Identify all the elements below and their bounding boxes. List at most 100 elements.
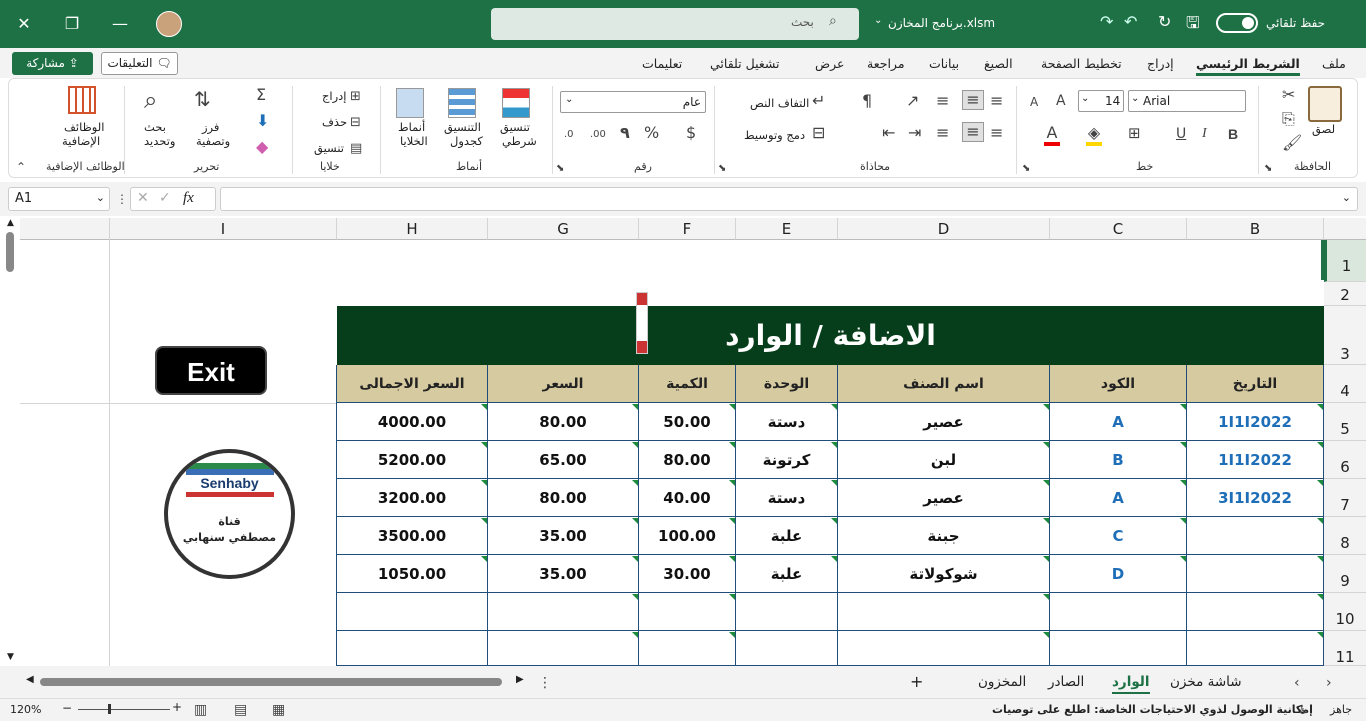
more-options-icon[interactable]: ⋮ — [116, 190, 128, 208]
row-header[interactable]: 2 — [1324, 282, 1366, 306]
scroll-tabs-right-icon[interactable]: › — [1326, 674, 1332, 692]
copy-icon[interactable]: ⎘ — [1282, 110, 1295, 128]
formula-input[interactable]: ⌄ — [220, 187, 1358, 211]
fill-icon[interactable]: ⬇ — [256, 112, 269, 130]
decrease-decimal-icon[interactable]: .0 — [564, 126, 574, 144]
indent-icon[interactable]: ⇥ — [908, 124, 921, 142]
merge-center-icon[interactable]: ⊟ — [812, 124, 825, 142]
currency-icon[interactable]: $ — [686, 124, 696, 142]
table-cell-item[interactable]: جبنة — [838, 517, 1050, 555]
zoom-out-icon[interactable]: − — [62, 701, 72, 715]
column-title-code[interactable]: الكود — [1050, 365, 1187, 403]
format-cells-icon[interactable]: ▤ — [350, 140, 362, 158]
tab-home-screen[interactable]: شاشة مخزن — [1170, 674, 1242, 690]
shrink-font-icon[interactable]: A — [1030, 93, 1038, 111]
scroll-tabs-left-icon[interactable]: ‹ — [1294, 674, 1300, 692]
format-as-table-label-2[interactable]: كجدول — [450, 134, 483, 148]
tab-insert[interactable]: إدراج — [1147, 56, 1174, 71]
column-title-price[interactable]: السعر — [488, 365, 639, 403]
dialog-launcher-icon[interactable]: ⬊ — [718, 160, 726, 178]
tab-incoming[interactable]: الوارد — [1112, 674, 1150, 694]
accessibility-status[interactable]: إمكانية الوصول لذوي الاحتياجات الخاصة: ا… — [992, 703, 1313, 716]
table-cell-total[interactable]: 3200.00 — [337, 479, 488, 517]
addins-label-2[interactable]: الإضافية — [62, 134, 100, 148]
sort-filter-label-2[interactable]: وتصفية — [196, 134, 230, 148]
wrap-text-label[interactable]: التفاف النص — [750, 96, 809, 110]
orientation-icon[interactable]: ↗ — [906, 92, 919, 110]
clear-icon[interactable]: ◆ — [256, 138, 268, 156]
find-select-icon[interactable]: ⌕ — [144, 86, 157, 114]
column-title-unit[interactable]: الوحدة — [736, 365, 838, 403]
table-cell-code[interactable]: A — [1050, 403, 1187, 441]
conditional-formatting-icon[interactable] — [502, 88, 530, 118]
increase-decimal-icon[interactable]: .00 — [590, 126, 606, 144]
tab-help[interactable]: تعليمات — [642, 56, 682, 71]
table-cell-total[interactable]: 3500.00 — [337, 517, 488, 555]
horizontal-scrollbar[interactable]: ◀ ▶ — [26, 674, 526, 690]
collapse-ribbon-icon[interactable]: ⌃ — [16, 158, 26, 176]
chevron-down-icon[interactable]: ⌄ — [874, 15, 882, 26]
row-header[interactable]: 5 — [1324, 403, 1366, 441]
table-cell-total[interactable]: 1050.00 — [337, 555, 488, 593]
table-cell-unit[interactable]: علبة — [736, 517, 838, 555]
fill-color-icon[interactable]: ◈ — [1086, 124, 1102, 146]
table-cell-qty[interactable] — [639, 593, 736, 631]
avatar[interactable] — [156, 11, 182, 37]
font-size-select[interactable]: 14 ⌄ — [1078, 90, 1124, 112]
page-layout-view-icon[interactable]: ▤ — [234, 701, 247, 719]
column-header[interactable]: D — [838, 218, 1050, 240]
exit-button[interactable]: Exit — [155, 346, 267, 395]
column-title-total[interactable]: السعر الاجمالى — [337, 365, 488, 403]
table-cell-total[interactable] — [337, 631, 488, 666]
dialog-launcher-icon[interactable]: ⬊ — [1022, 160, 1030, 178]
table-cell-code[interactable]: C — [1050, 517, 1187, 555]
align-top-icon[interactable]: ≡ — [990, 92, 1003, 110]
addins-label-1[interactable]: الوظائف — [64, 120, 104, 134]
scroll-thumb[interactable] — [40, 678, 502, 686]
table-cell-qty[interactable]: 40.00 — [639, 479, 736, 517]
delete-cells-icon[interactable]: ⊟ — [350, 114, 361, 132]
dialog-launcher-icon[interactable]: ⬊ — [556, 160, 564, 178]
table-cell-date[interactable]: 1I1I2022 — [1187, 441, 1324, 479]
restore-icon[interactable]: ❐ — [60, 12, 84, 36]
search-box[interactable]: بحث ⌕ — [491, 8, 859, 40]
tab-automate[interactable]: تشغيل تلقائي — [710, 56, 780, 71]
refresh-icon[interactable]: ↻ — [1158, 12, 1171, 31]
comma-style-icon[interactable]: ٩ — [620, 124, 630, 142]
column-title-date[interactable]: التاريخ — [1187, 365, 1324, 403]
table-cell-item[interactable]: شوكولاتة — [838, 555, 1050, 593]
text-direction-icon[interactable]: ¶ — [862, 92, 872, 110]
row-header[interactable]: 9 — [1324, 555, 1366, 593]
insert-function-icon[interactable]: fx — [183, 190, 194, 207]
zoom-thumb[interactable] — [108, 704, 111, 714]
tab-page-layout[interactable]: تخطيط الصفحة — [1041, 56, 1122, 71]
table-cell-price[interactable]: 65.00 — [488, 441, 639, 479]
column-header[interactable]: I — [110, 218, 337, 240]
comments-button[interactable]: التعليقات 🗨 — [101, 52, 178, 75]
table-cell-date[interactable]: 1I1I2022 — [1187, 403, 1324, 441]
delete-cells-label[interactable]: حذف — [322, 115, 347, 129]
borders-icon[interactable]: ⊞ — [1128, 124, 1141, 142]
undo-icon[interactable]: ↶ — [1124, 12, 1137, 31]
table-cell-qty[interactable]: 50.00 — [639, 403, 736, 441]
number-format-select[interactable]: عام ⌄ — [560, 91, 706, 113]
autosum-icon[interactable]: Σ — [256, 86, 266, 104]
row-header[interactable]: 8 — [1324, 517, 1366, 555]
table-cell-price[interactable]: 80.00 — [488, 479, 639, 517]
sort-filter-label-1[interactable]: فرز — [202, 120, 219, 134]
column-header[interactable]: F — [639, 218, 736, 240]
format-as-table-label-1[interactable]: التنسيق — [444, 120, 481, 134]
find-select-label-1[interactable]: بحث — [144, 120, 166, 134]
table-cell-item[interactable]: عصير — [838, 403, 1050, 441]
table-cell-code[interactable]: A — [1050, 479, 1187, 517]
cell-styles-label-1[interactable]: أنماط — [398, 120, 425, 134]
zoom-in-icon[interactable]: + — [172, 700, 182, 714]
row-header[interactable]: 6 — [1324, 441, 1366, 479]
wrap-text-icon[interactable]: ↵ — [812, 92, 825, 110]
table-cell-unit[interactable]: كرتونة — [736, 441, 838, 479]
conditional-formatting-label-2[interactable]: شرطي — [502, 134, 537, 148]
align-left-icon[interactable]: ≡ — [936, 124, 949, 142]
table-cell-qty[interactable] — [639, 631, 736, 666]
row-header[interactable]: 4 — [1324, 365, 1366, 403]
table-cell-date[interactable] — [1187, 593, 1324, 631]
